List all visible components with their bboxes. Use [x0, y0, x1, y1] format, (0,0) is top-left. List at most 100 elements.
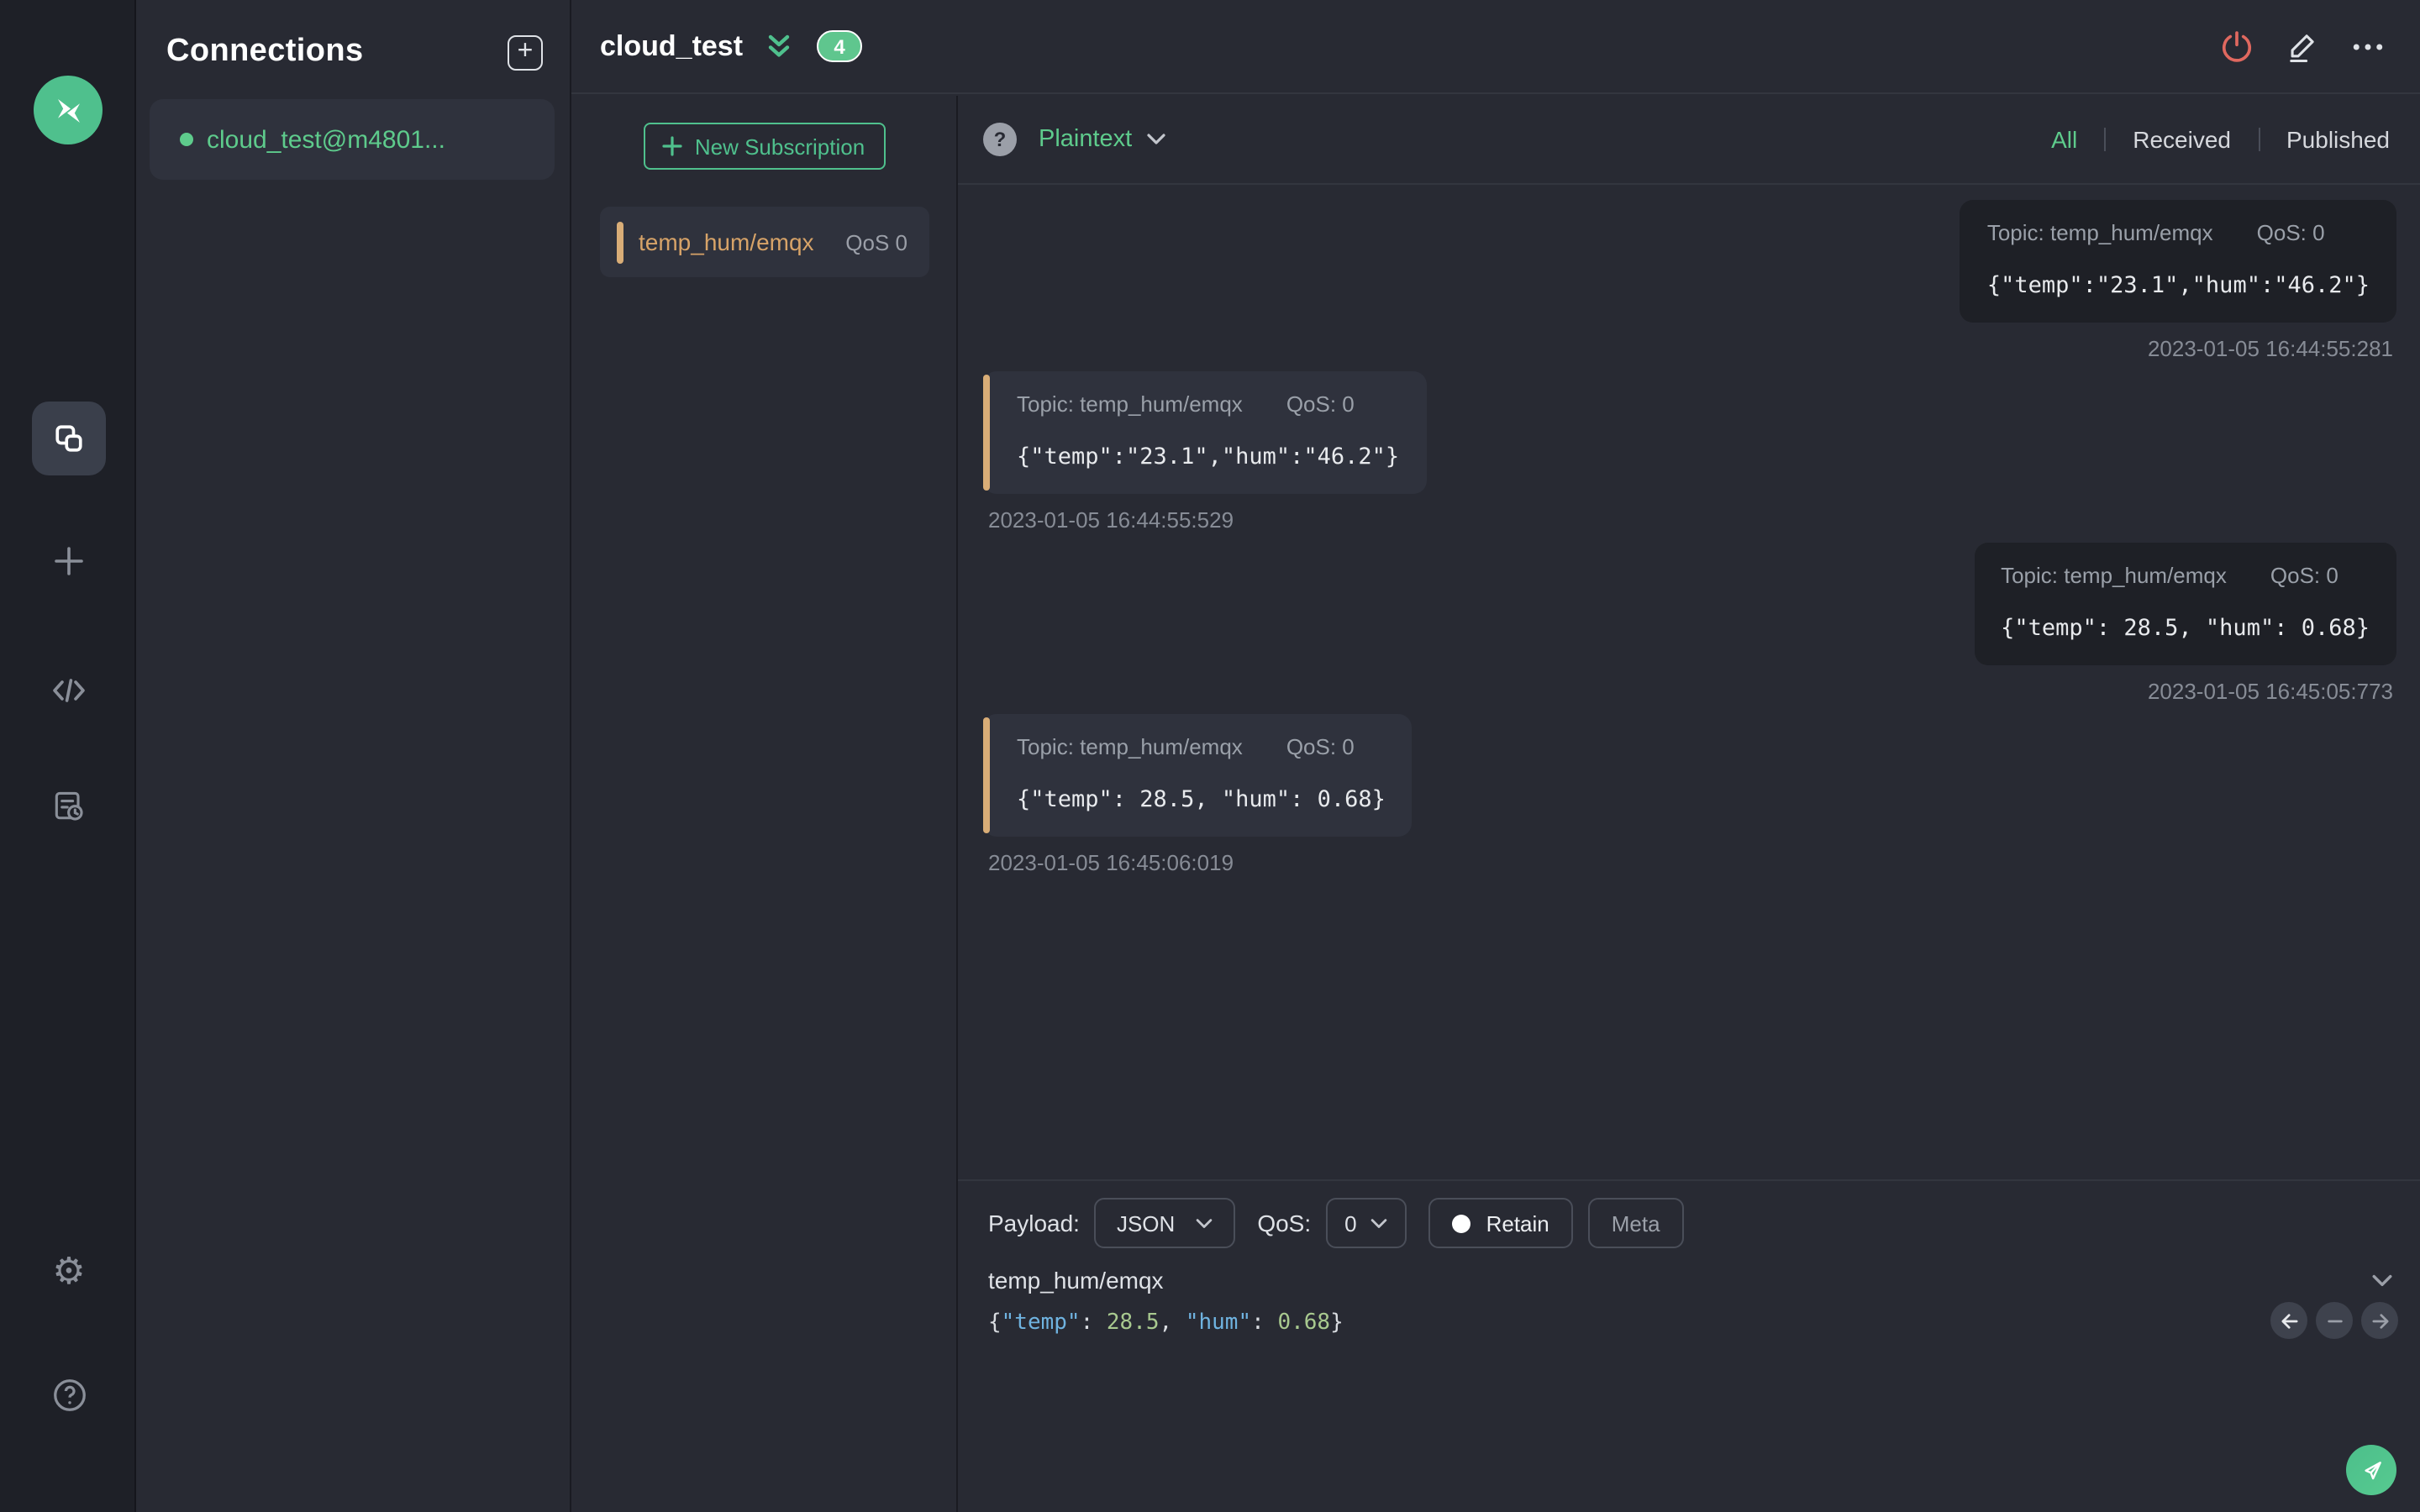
- message-payload: {"temp":"23.1","hum":"46.2"}: [1017, 444, 1400, 470]
- qos-select[interactable]: 0: [1326, 1198, 1407, 1248]
- message-timestamp: 2023-01-05 16:44:55:529: [988, 507, 1234, 533]
- editor-token-num: 0.68: [1277, 1310, 1331, 1336]
- messages-area: ? Plaintext All Received Published Topic: …: [958, 96, 2420, 1512]
- power-icon: [2222, 30, 2252, 61]
- messages-header: ? Plaintext All Received Published: [958, 96, 2420, 185]
- payload-editor[interactable]: {"temp": 28.5, "hum": 0.68}: [958, 1294, 2420, 1336]
- editor-token-punct: }: [1330, 1310, 1344, 1336]
- log-icon: [55, 791, 83, 821]
- subscriptions-panel: New Subscription temp_hum/emqx QoS 0: [571, 96, 958, 1512]
- message: Topic: temp_hum/emqx QoS: 0 {"temp": 28.…: [983, 543, 2396, 704]
- connection-status-dot: [180, 133, 193, 146]
- history-clear-button[interactable]: [2316, 1302, 2353, 1339]
- payload-format-select[interactable]: Plaintext: [1039, 126, 1165, 153]
- qos-label: QoS:: [1257, 1210, 1312, 1236]
- help-icon: [53, 1378, 85, 1410]
- sidebar-item-connections[interactable]: [32, 402, 106, 475]
- disconnect-button[interactable]: [2218, 28, 2255, 65]
- icon-rail: ⚙: [0, 0, 136, 1512]
- retain-label: Retain: [1486, 1210, 1549, 1236]
- message-payload: {"temp": 28.5, "hum": 0.68}: [2001, 615, 2370, 642]
- connection-list-item[interactable]: cloud_test@m4801...: [150, 99, 555, 180]
- publish-topic-input[interactable]: temp_hum/emqx: [988, 1267, 1164, 1294]
- edit-pencil-icon: [2290, 34, 2314, 62]
- edit-connection-button[interactable]: [2284, 28, 2321, 65]
- message-bubble[interactable]: Topic: temp_hum/emqx QoS: 0 {"temp": 28.…: [983, 714, 1413, 837]
- payload-type-value: JSON: [1116, 1210, 1176, 1236]
- tab-received[interactable]: Received: [2129, 126, 2234, 153]
- subscription-qos: QoS 0: [845, 229, 908, 255]
- arrow-left-icon: [2281, 1313, 2297, 1328]
- collapse-publish-panel-button[interactable]: [2371, 1273, 2393, 1288]
- topbar-actions: [2218, 28, 2386, 65]
- page-title: cloud_test: [600, 29, 744, 61]
- sidebar-item-settings[interactable]: ⚙: [32, 1235, 106, 1309]
- add-connection-button[interactable]: +: [508, 34, 543, 70]
- sidebar-item-help[interactable]: [32, 1357, 106, 1431]
- message-bubble[interactable]: Topic: temp_hum/emqx QoS: 0 {"temp": 28.…: [1974, 543, 2396, 665]
- editor-token-num: 28.5: [1106, 1310, 1160, 1336]
- new-subscription-button[interactable]: New Subscription: [643, 123, 885, 170]
- message-bubble[interactable]: Topic: temp_hum/emqx QoS: 0 {"temp":"23.…: [983, 371, 1427, 494]
- sidebar-item-new-connection[interactable]: [32, 524, 106, 598]
- retain-toggle[interactable]: Retain: [1428, 1198, 1573, 1248]
- message-meta: Topic: temp_hum/emqx QoS: 0: [1017, 391, 1399, 417]
- chevron-down-icon: [2372, 1273, 2392, 1286]
- sidebar-item-log[interactable]: [32, 769, 106, 843]
- message: Topic: temp_hum/emqx QoS: 0 {"temp":"23.…: [983, 371, 2396, 533]
- tab-published[interactable]: Published: [2283, 126, 2393, 153]
- history-next-button[interactable]: [2361, 1302, 2398, 1339]
- subscription-color-bar: [617, 221, 623, 263]
- connections-panel: Connections + cloud_test@m4801...: [136, 0, 571, 1512]
- message-topic: Topic: temp_hum/emqx: [2001, 563, 2227, 588]
- minus-icon: [2327, 1319, 2342, 1322]
- mqttx-logo: [34, 76, 103, 144]
- send-plane-icon: [2364, 1461, 2381, 1479]
- more-options-button[interactable]: [2349, 28, 2386, 65]
- message-payload: {"temp":"23.1","hum":"46.2"}: [1986, 272, 2370, 299]
- message-bubble[interactable]: Topic: temp_hum/emqx QoS: 0 {"temp":"23.…: [1960, 200, 2396, 323]
- code-icon: [53, 679, 85, 702]
- message-topic: Topic: temp_hum/emqx: [1017, 391, 1243, 417]
- publish-topic-row: temp_hum/emqx: [958, 1248, 2420, 1294]
- connection-name: cloud_test@m4801...: [207, 125, 445, 154]
- message-meta: Topic: temp_hum/emqx QoS: 0: [1987, 220, 2370, 245]
- payload-history-nav: [2270, 1302, 2398, 1339]
- publish-panel: Payload: JSON QoS: 0 Retain Meta temp_hu…: [958, 1179, 2420, 1512]
- main-area: cloud_test 4 New Subscription temp_hum/e…: [571, 0, 2420, 1512]
- send-message-button[interactable]: [2346, 1445, 2396, 1495]
- message-qos: QoS: 0: [1286, 391, 1355, 417]
- qos-value: 0: [1344, 1210, 1357, 1236]
- message-qos: QoS: 0: [2270, 563, 2338, 588]
- editor-token-punct: :: [1251, 1310, 1278, 1336]
- message-list: Topic: temp_hum/emqx QoS: 0 {"temp":"23.…: [958, 185, 2420, 1179]
- editor-token-punct: {: [988, 1310, 1002, 1336]
- tab-all[interactable]: All: [2048, 126, 2081, 153]
- settings-gear-icon: ⚙: [52, 1250, 86, 1292]
- message-timestamp: 2023-01-05 16:44:55:281: [2147, 336, 2393, 361]
- payload-type-select[interactable]: JSON: [1094, 1198, 1236, 1248]
- tab-separator: [2104, 128, 2107, 151]
- double-chevron-down-icon: [768, 34, 790, 56]
- message-count-badge: 4: [817, 30, 863, 62]
- message-qos: QoS: 0: [1286, 734, 1355, 759]
- subscription-item[interactable]: temp_hum/emqx QoS 0: [600, 207, 929, 277]
- chevron-down-icon: [1146, 134, 1165, 144]
- message-timestamp: 2023-01-05 16:45:06:019: [988, 850, 1234, 875]
- message-meta: Topic: temp_hum/emqx QoS: 0: [1017, 734, 1386, 759]
- tab-separator: [2258, 128, 2260, 151]
- editor-token-key: "hum": [1185, 1310, 1252, 1336]
- history-prev-button[interactable]: [2270, 1302, 2307, 1339]
- plus-icon: [663, 136, 683, 156]
- connections-header: Connections +: [136, 0, 570, 71]
- ellipsis-icon: [2353, 43, 2383, 50]
- payload-format-help-icon[interactable]: ?: [983, 123, 1017, 156]
- chevron-down-icon: [1197, 1218, 1213, 1227]
- connections-icon: [55, 425, 82, 452]
- message-topic: Topic: temp_hum/emqx: [1017, 734, 1243, 759]
- meta-button[interactable]: Meta: [1587, 1198, 1684, 1248]
- message-topic: Topic: temp_hum/emqx: [1986, 220, 2213, 245]
- collapse-connection-details-button[interactable]: [765, 33, 793, 60]
- chevron-down-icon: [1371, 1218, 1387, 1227]
- sidebar-item-script[interactable]: [32, 654, 106, 727]
